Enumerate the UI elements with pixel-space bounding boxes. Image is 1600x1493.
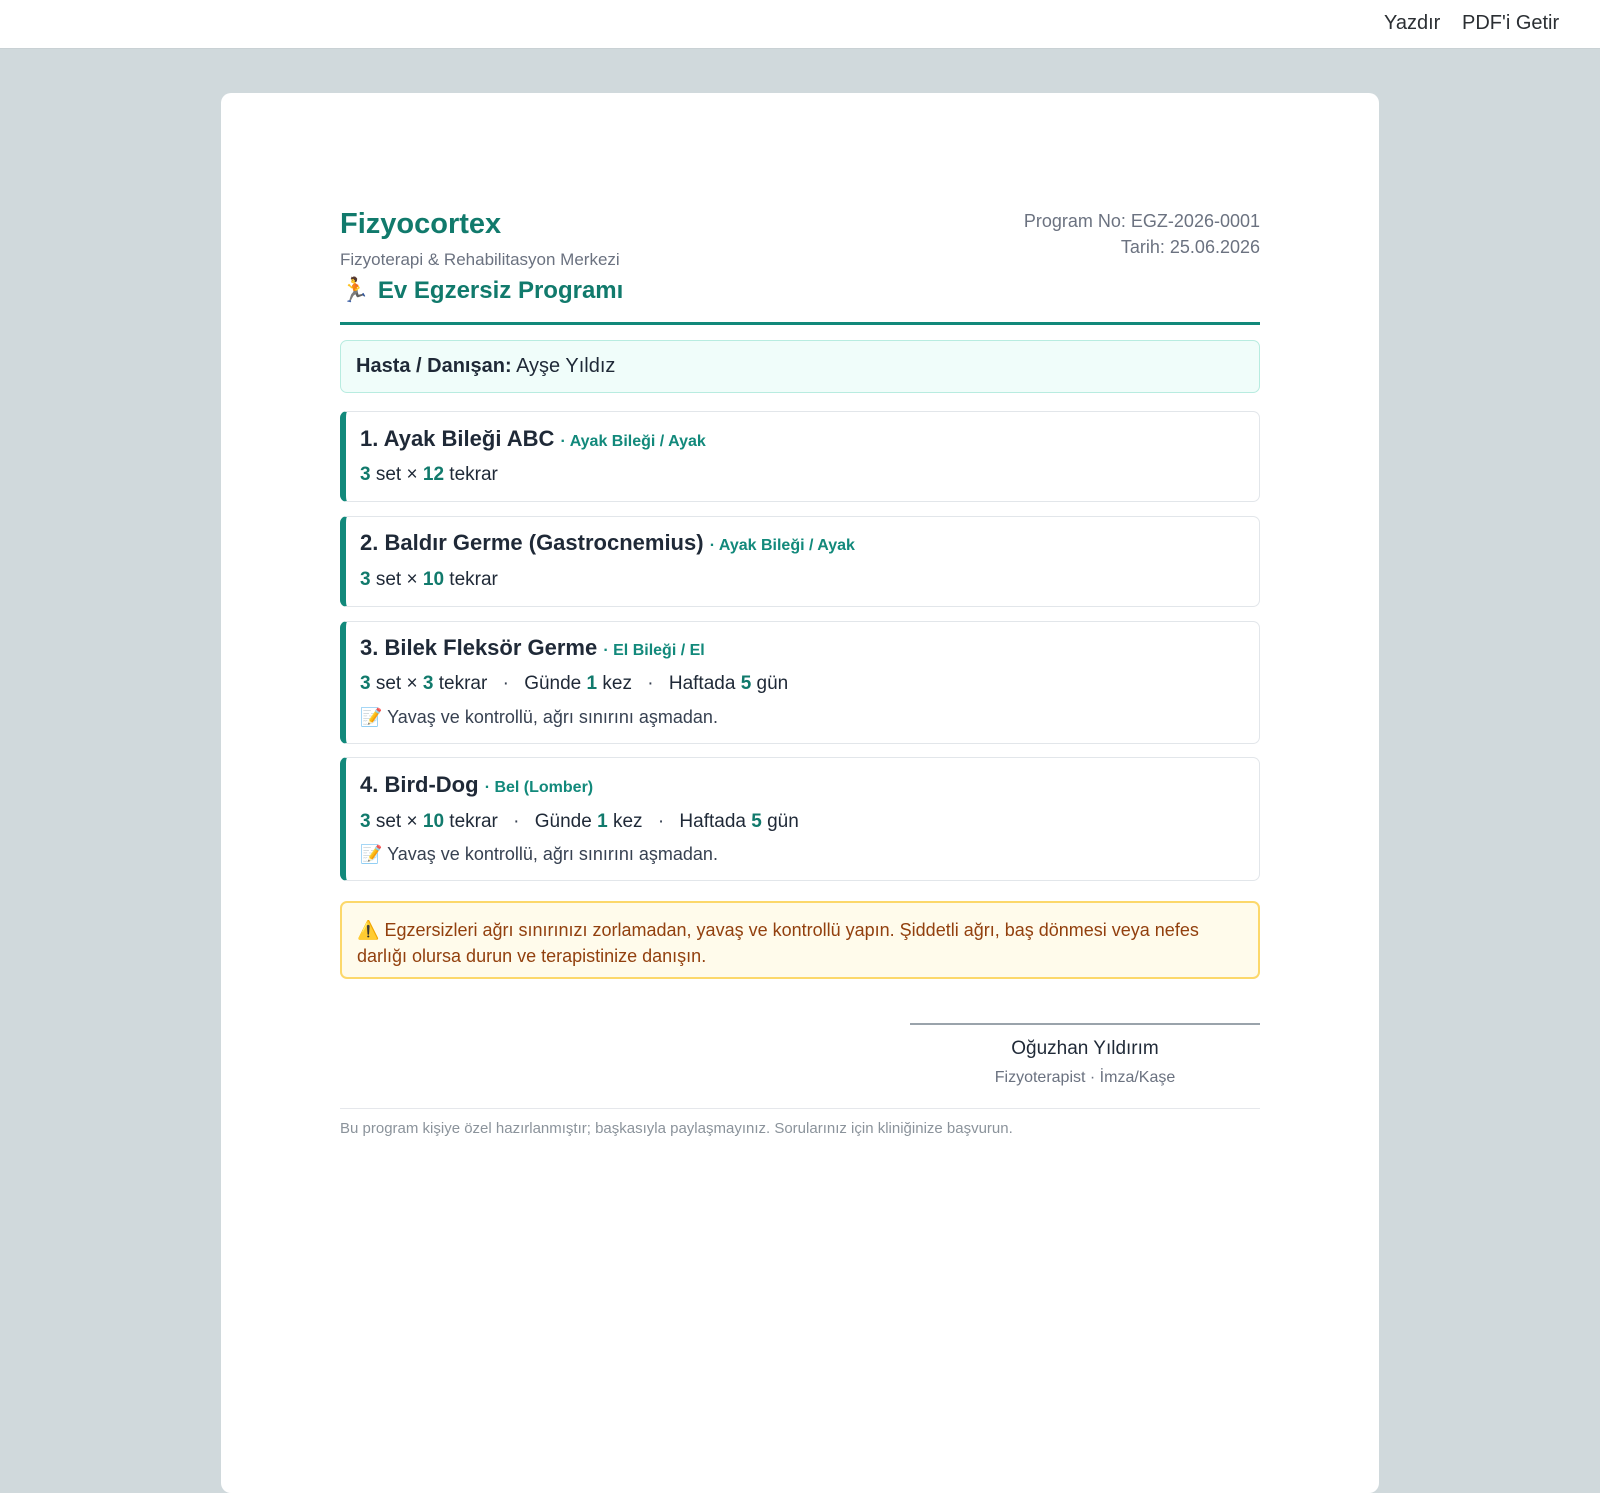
program-sheet: Fizyocortex Fizyoterapi & Rehabilitasyon…: [221, 93, 1379, 1493]
get-pdf-button[interactable]: PDF'i Getir: [1462, 12, 1559, 35]
warning-box: ⚠️ Egzersizleri ağrı sınırınızı zorlamad…: [340, 901, 1260, 979]
exercise-note: 📝 Yavaş ve kontrollü, ağrı sınırını aşma…: [360, 844, 718, 865]
exercise-name: 4. Bird-Dog: [360, 772, 479, 797]
program-meta: Program No: EGZ-2026-0001 Tarih: 25.06.2…: [1024, 208, 1260, 260]
therapist-name: Oğuzhan Yıldırım: [1011, 1038, 1159, 1059]
header-divider: [340, 322, 1260, 325]
exercise-name: 2. Baldır Germe (Gastrocnemius): [360, 530, 704, 555]
sets-value: 3: [360, 464, 371, 485]
sets-value: 3: [360, 673, 371, 694]
exercise-category: · Bel (Lomber): [484, 779, 594, 796]
brand-subtitle: Fizyoterapi & Rehabilitasyon Merkezi: [340, 250, 620, 269]
reps-label: tekrar: [449, 464, 498, 485]
exercise-title: 1. Ayak Bileği ABC · Ayak Bileği / Ayak: [360, 426, 706, 452]
sets-label: set ×: [375, 673, 418, 694]
daily-prefix: Günde: [534, 811, 592, 832]
daily-suffix: kez: [602, 673, 632, 694]
warning-icon: ⚠️: [357, 920, 380, 940]
separator-dot: ·: [502, 673, 509, 694]
exercise-dosage: 3 set × 3 tekrar · Günde 1 kez · Haftada…: [360, 673, 788, 695]
top-toolbar: Yazdır PDF'i Getir: [0, 0, 1600, 49]
therapist-role: Fizyoterapist · İmza/Kaşe: [994, 1069, 1176, 1086]
reps-label: tekrar: [438, 673, 488, 694]
daily-value: 1: [597, 811, 608, 832]
weekly-value: 5: [740, 673, 752, 694]
exercise-category: · Ayak Bileği / Ayak: [560, 433, 706, 450]
exercise-note: 📝 Yavaş ve kontrollü, ağrı sınırını aşma…: [360, 707, 718, 728]
sets-label: set ×: [375, 811, 418, 832]
separator-dot: ·: [657, 811, 665, 832]
reps-label: tekrar: [449, 569, 498, 590]
patient-box: Hasta / Danışan: Ayşe Yıldız: [340, 340, 1260, 393]
exercise-name: 3. Bilek Fleksör Germe: [360, 635, 598, 660]
sets-value: 3: [360, 569, 371, 590]
weekly-suffix: gün: [767, 811, 799, 832]
memo-icon: 📝: [360, 707, 383, 727]
daily-prefix: Günde: [524, 673, 582, 694]
memo-icon: 📝: [360, 844, 383, 864]
exercise-card: 2. Baldır Germe (Gastrocnemius) · Ayak B…: [340, 516, 1260, 607]
reps-value: 3: [422, 673, 434, 694]
sets-value: 3: [360, 811, 371, 832]
footer-divider: [340, 1108, 1260, 1109]
daily-value: 1: [586, 673, 598, 694]
weekly-prefix: Haftada: [679, 811, 746, 832]
separator-dot: ·: [513, 811, 520, 832]
brand-name: Fizyocortex: [340, 208, 502, 240]
exercise-note-text: Yavaş ve kontrollü, ağrı sınırını aşmada…: [387, 844, 718, 864]
program-title-text: Ev Egzersiz Programı: [377, 276, 624, 304]
sets-label: set ×: [375, 464, 418, 485]
exercise-dosage: 3 set × 10 tekrar: [360, 569, 498, 591]
reps-value: 10: [422, 569, 445, 590]
exercise-title: 4. Bird-Dog · Bel (Lomber): [360, 772, 593, 798]
separator-dot: ·: [647, 673, 654, 694]
reps-value: 10: [422, 811, 445, 832]
exercise-category: · El Bileği / El: [603, 642, 705, 659]
reps-label: tekrar: [449, 811, 498, 832]
footer-note: Bu program kişiye özel hazırlanmıştır; b…: [340, 1120, 1013, 1137]
daily-suffix: kez: [612, 811, 643, 832]
exercise-title: 3. Bilek Fleksör Germe · El Bileği / El: [360, 635, 705, 661]
weekly-prefix: Haftada: [668, 673, 736, 694]
exercise-title: 2. Baldır Germe (Gastrocnemius) · Ayak B…: [360, 530, 855, 556]
signature-line: [910, 1023, 1260, 1025]
exercise-dosage: 3 set × 10 tekrar · Günde 1 kez · Haftad…: [360, 811, 799, 833]
reps-value: 12: [422, 464, 445, 485]
runner-icon: 🏃: [340, 277, 370, 304]
weekly-value: 5: [751, 811, 762, 832]
patient-name: Ayşe Yıldız: [516, 355, 616, 377]
warning-text: Egzersizleri ağrı sınırınızı zorlamadan,…: [357, 920, 1199, 966]
patient-label: Hasta / Danışan:: [356, 355, 512, 377]
sets-label: set ×: [375, 569, 418, 590]
exercise-card: 1. Ayak Bileği ABC · Ayak Bileği / Ayak …: [340, 411, 1260, 502]
exercise-name: 1. Ayak Bileği ABC: [360, 426, 555, 451]
weekly-suffix: gün: [756, 673, 789, 694]
exercise-card: 4. Bird-Dog · Bel (Lomber) 3 set × 10 te…: [340, 757, 1260, 881]
program-date: Tarih: 25.06.2026: [1120, 237, 1260, 257]
exercise-category: · Ayak Bileği / Ayak: [709, 537, 855, 554]
exercise-note-text: Yavaş ve kontrollü, ağrı sınırını aşmada…: [387, 707, 718, 727]
print-button[interactable]: Yazdır: [1384, 12, 1440, 35]
program-number: Program No: EGZ-2026-0001: [1023, 211, 1260, 231]
exercise-card: 3. Bilek Fleksör Germe · El Bileği / El …: [340, 621, 1260, 744]
exercise-dosage: 3 set × 12 tekrar: [360, 464, 498, 486]
program-title: 🏃 Ev Egzersiz Programı: [340, 276, 623, 305]
